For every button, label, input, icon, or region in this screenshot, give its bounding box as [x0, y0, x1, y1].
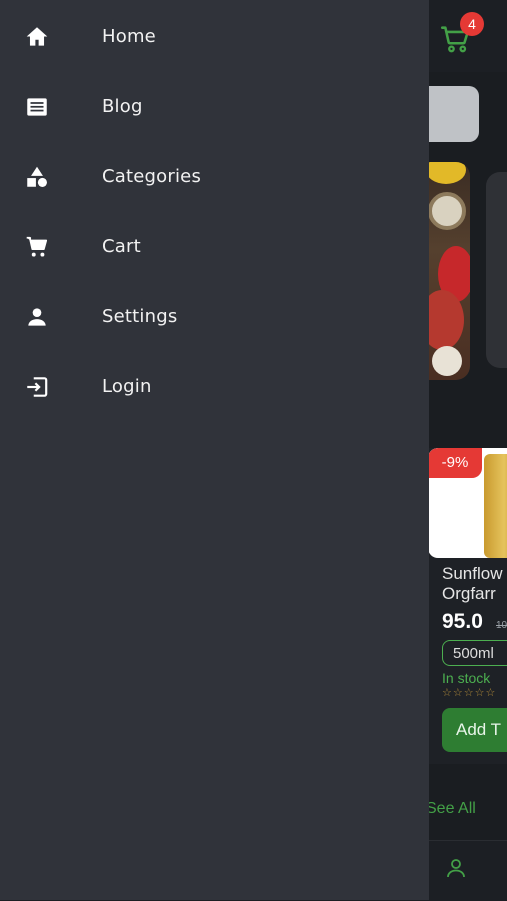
discount-badge: -9% [428, 448, 482, 478]
drawer-item-cart[interactable]: Cart [0, 220, 429, 276]
categories-icon [24, 164, 50, 190]
login-icon [24, 374, 50, 400]
drawer-item-categories[interactable]: Categories [0, 150, 429, 206]
profile-tab[interactable] [444, 856, 468, 880]
drawer-item-label: Categories [102, 166, 202, 187]
drawer-item-home[interactable]: Home [0, 10, 429, 66]
cart-count-badge: 4 [460, 12, 484, 36]
cart-icon [24, 234, 50, 260]
product-image: -9% [428, 448, 507, 558]
person-outline-icon [447, 859, 465, 878]
product-old-price: 10 [496, 620, 507, 631]
see-all-link[interactable]: See All [426, 800, 476, 818]
blog-icon [24, 94, 50, 120]
drawer-item-blog[interactable]: Blog [0, 80, 429, 136]
product-price: 95.0 [442, 610, 483, 633]
drawer-item-label: Cart [102, 236, 141, 257]
add-to-cart-button[interactable]: Add T [442, 708, 507, 752]
product-card[interactable]: -9% Sunflow Orgfarr 95.0 10 500ml In sto… [428, 448, 507, 764]
rating-stars: ☆☆☆☆☆ [442, 686, 497, 699]
drawer-item-login[interactable]: Login [0, 360, 429, 416]
navigation-drawer: Home Blog Categories Cart Settings Login [0, 0, 429, 900]
promo-banner-next[interactable] [486, 172, 507, 368]
drawer-item-label: Login [102, 376, 152, 397]
home-icon [24, 24, 50, 50]
drawer-item-label: Home [102, 26, 156, 47]
drawer-item-settings[interactable]: Settings [0, 290, 429, 346]
drawer-item-label: Blog [102, 96, 143, 117]
drawer-item-label: Settings [102, 306, 178, 327]
product-name: Sunflow Orgfarr [442, 564, 503, 603]
person-icon [24, 304, 50, 330]
stock-status: In stock [442, 670, 491, 686]
size-chip[interactable]: 500ml [442, 640, 507, 666]
